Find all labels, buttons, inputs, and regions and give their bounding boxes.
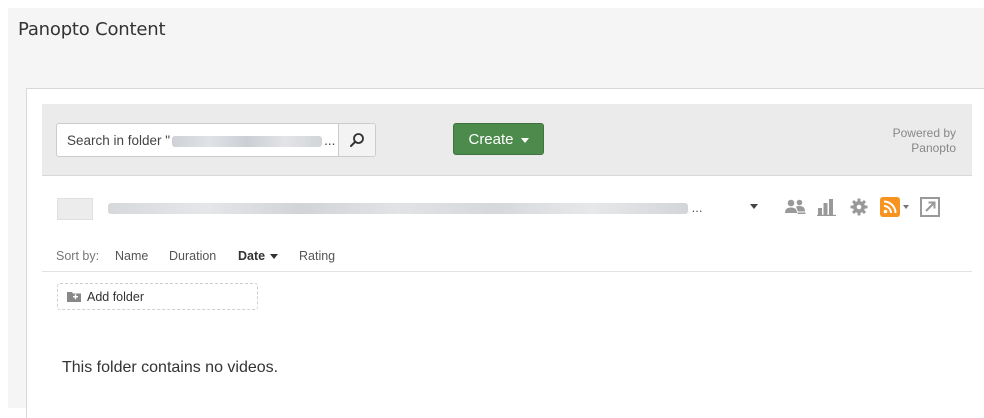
search-icon: [350, 133, 364, 147]
add-folder-button[interactable]: Add folder: [57, 283, 258, 310]
blurred-folder-title: [108, 203, 688, 215]
search-suffix: ...: [324, 133, 336, 148]
sort-option-date-label: Date: [238, 249, 266, 263]
sort-label: Sort by:: [56, 249, 100, 263]
folder-header: ...: [42, 188, 972, 226]
users-icon[interactable]: [784, 196, 806, 218]
rss-icon[interactable]: [880, 197, 900, 217]
powered-by-line2: Panopto: [911, 141, 956, 155]
folder-dropdown-icon[interactable]: [750, 204, 758, 209]
empty-message: This folder contains no videos.: [62, 359, 279, 376]
folder-thumbnail: [57, 198, 93, 220]
folder-add-icon: [67, 292, 81, 302]
chevron-down-icon: [520, 137, 529, 143]
powered-by: Powered by Panopto: [893, 126, 956, 156]
content-area: Panopto Content Search in folder "... Cr…: [8, 8, 984, 418]
gear-icon[interactable]: [848, 196, 870, 218]
create-button[interactable]: Create: [453, 123, 544, 155]
folder-name-suffix: ...: [691, 200, 703, 215]
caret-down-icon: [270, 254, 279, 260]
folder-name[interactable]: ...: [108, 200, 702, 215]
sort-option-date[interactable]: Date: [238, 249, 279, 263]
add-folder-label: Add folder: [87, 290, 144, 304]
powered-by-line1: Powered by: [892, 126, 956, 140]
search-input[interactable]: Search in folder "...: [56, 123, 376, 157]
external-link-icon[interactable]: [919, 196, 941, 218]
search-prefix: Search in folder ": [67, 133, 171, 148]
folder-actions: [784, 194, 941, 220]
toolbar: Search in folder "... Create Powered by …: [42, 104, 972, 176]
sort-option-name[interactable]: Name: [115, 249, 148, 263]
search-placeholder: Search in folder "...: [67, 133, 335, 148]
blurred-folder-name: [172, 135, 323, 147]
bar-chart-icon[interactable]: [816, 196, 838, 218]
create-button-label: Create: [468, 130, 514, 148]
page: Panopto Content Search in folder "... Cr…: [0, 0, 984, 418]
search-button[interactable]: [338, 124, 375, 156]
rss-dropdown-icon[interactable]: [903, 205, 909, 209]
sort-option-rating[interactable]: Rating: [299, 249, 335, 263]
page-title: Panopto Content: [18, 19, 166, 40]
sort-bar: Sort by: Name Duration Date Rating: [42, 244, 972, 272]
panopto-panel: Search in folder "... Create Powered by …: [26, 88, 984, 418]
sort-option-duration[interactable]: Duration: [169, 249, 216, 263]
